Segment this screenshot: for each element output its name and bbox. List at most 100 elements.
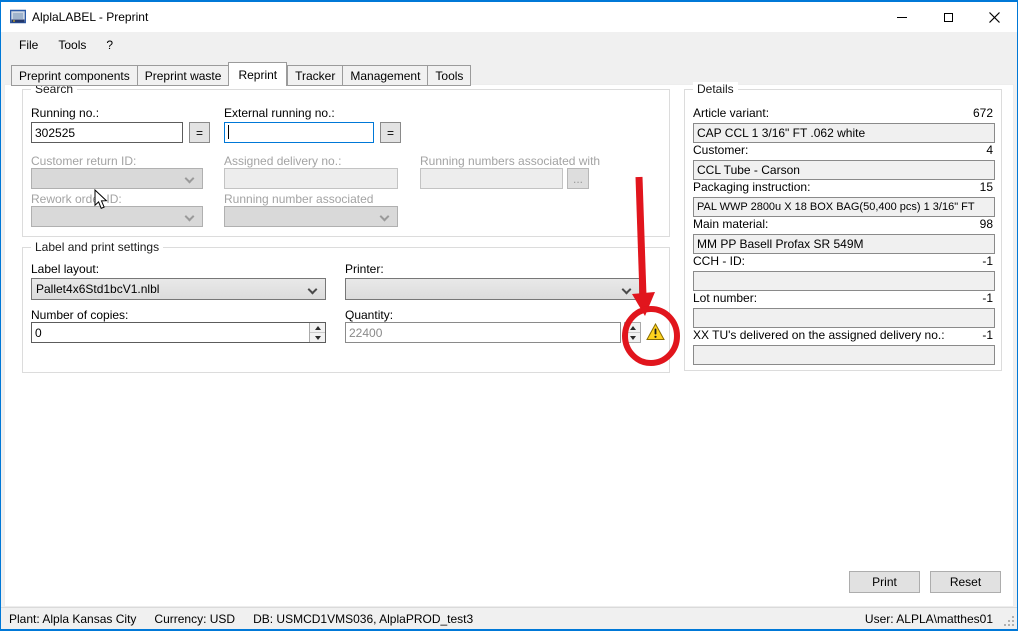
close-icon bbox=[989, 12, 1000, 23]
status-plant: Plant: Alpla Kansas City bbox=[9, 612, 136, 626]
browse-button: ... bbox=[567, 168, 589, 189]
label-print-settings-groupbox: Label and print settings Label layout: P… bbox=[22, 247, 670, 373]
cch-id-value bbox=[693, 271, 995, 291]
arrow-up-icon bbox=[315, 326, 321, 330]
menu-bar: File Tools ? bbox=[1, 32, 1017, 58]
customer-return-id-label: Customer return ID: bbox=[31, 154, 136, 168]
title-bar: AlplaLABEL - Preprint bbox=[1, 2, 1017, 32]
customer-label: Customer: bbox=[693, 143, 748, 157]
menu-help[interactable]: ? bbox=[96, 34, 123, 56]
external-running-no-label: External running no.: bbox=[224, 106, 335, 120]
main-material-count: 98 bbox=[980, 217, 993, 231]
number-of-copies-label: Number of copies: bbox=[31, 308, 128, 322]
arrow-down-icon bbox=[315, 336, 321, 340]
label-layout-value: Pallet4x6Std1bcV1.nlbl bbox=[36, 282, 159, 296]
search-groupbox: Search Running no.: = External running n… bbox=[22, 89, 670, 237]
status-user: User: ALPLA\matthes01 bbox=[865, 612, 993, 626]
running-numbers-associated-with-label: Running numbers associated with bbox=[420, 154, 600, 168]
status-bar: Plant: Alpla Kansas City Currency: USD D… bbox=[1, 607, 1017, 629]
tus-delivered-value bbox=[693, 345, 995, 365]
arrow-down-icon bbox=[630, 336, 636, 340]
article-variant-count: 672 bbox=[973, 106, 993, 120]
tab-strip: Preprint components Preprint waste Repri… bbox=[11, 62, 471, 86]
spin-down-button[interactable] bbox=[310, 333, 325, 342]
running-numbers-associated-with-input bbox=[420, 168, 563, 189]
label-print-settings-legend: Label and print settings bbox=[31, 240, 163, 254]
number-of-copies-spin-buttons[interactable] bbox=[309, 323, 325, 342]
printer-combobox[interactable] bbox=[345, 278, 640, 300]
chevron-down-icon bbox=[308, 285, 318, 295]
resize-grip[interactable] bbox=[1003, 615, 1015, 627]
cch-id-count: -1 bbox=[982, 254, 993, 268]
customer-count: 4 bbox=[986, 143, 993, 157]
quantity-label: Quantity: bbox=[345, 308, 393, 322]
text-caret bbox=[228, 125, 229, 139]
spin-down-button[interactable] bbox=[625, 333, 640, 342]
lot-number-label: Lot number: bbox=[693, 291, 757, 305]
menu-file[interactable]: File bbox=[9, 34, 48, 56]
rework-order-id-combobox bbox=[31, 206, 203, 227]
external-running-no-input[interactable] bbox=[224, 122, 374, 143]
minimize-button[interactable] bbox=[879, 2, 925, 32]
article-variant-value: CAP CCL 1 3/16" FT .062 white bbox=[693, 123, 995, 143]
reset-button[interactable]: Reset bbox=[930, 571, 1001, 593]
external-running-no-equals-button[interactable]: = bbox=[380, 122, 401, 143]
chevron-down-icon bbox=[380, 212, 390, 222]
status-db: DB: USMCD1VMS036, AlplaPROD_test3 bbox=[253, 612, 473, 626]
tab-tracker[interactable]: Tracker bbox=[287, 65, 343, 86]
lot-number-value bbox=[693, 308, 995, 328]
minimize-icon bbox=[897, 17, 907, 18]
tus-delivered-label: XX TU's delivered on the assigned delive… bbox=[693, 328, 945, 342]
print-button[interactable]: Print bbox=[849, 571, 920, 593]
maximize-icon bbox=[944, 13, 953, 22]
close-button[interactable] bbox=[971, 2, 1017, 32]
customer-return-id-combobox bbox=[31, 168, 203, 189]
warning-icon bbox=[646, 323, 665, 341]
status-currency: Currency: USD bbox=[154, 612, 235, 626]
chevron-down-icon bbox=[185, 174, 195, 184]
spin-up-button[interactable] bbox=[625, 323, 640, 333]
running-no-input[interactable] bbox=[31, 122, 183, 143]
app-icon bbox=[10, 9, 26, 25]
maximize-button[interactable] bbox=[925, 2, 971, 32]
packaging-instruction-value: PAL WWP 2800u X 18 BOX BAG(50,400 pcs) 1… bbox=[693, 197, 995, 217]
tab-preprint-components[interactable]: Preprint components bbox=[11, 65, 138, 86]
tab-reprint[interactable]: Reprint bbox=[228, 62, 287, 86]
running-no-label: Running no.: bbox=[31, 106, 99, 120]
running-number-associated-label: Running number associated bbox=[224, 192, 373, 206]
chevron-down-icon bbox=[185, 212, 195, 222]
packaging-instruction-label: Packaging instruction: bbox=[693, 180, 810, 194]
assigned-delivery-no-label: Assigned delivery no.: bbox=[224, 154, 341, 168]
quantity-input bbox=[345, 322, 621, 343]
window-title: AlplaLABEL - Preprint bbox=[32, 10, 148, 24]
label-layout-combobox[interactable]: Pallet4x6Std1bcV1.nlbl bbox=[31, 278, 326, 300]
details-groupbox: Details Article variant: 672 CAP CCL 1 3… bbox=[684, 89, 1002, 371]
main-material-value: MM PP Basell Profax SR 549M bbox=[693, 234, 995, 254]
arrow-up-icon bbox=[630, 326, 636, 330]
packaging-instruction-count: 15 bbox=[980, 180, 993, 194]
lot-number-count: -1 bbox=[982, 291, 993, 305]
customer-value: CCL Tube - Carson bbox=[693, 160, 995, 180]
article-variant-label: Article variant: bbox=[693, 106, 769, 120]
running-no-equals-button[interactable]: = bbox=[189, 122, 210, 143]
details-legend: Details bbox=[693, 82, 738, 96]
tab-tools[interactable]: Tools bbox=[428, 65, 471, 86]
running-number-associated-combobox bbox=[224, 206, 398, 227]
label-layout-label: Label layout: bbox=[31, 262, 99, 276]
main-material-label: Main material: bbox=[693, 217, 768, 231]
menu-tools[interactable]: Tools bbox=[48, 34, 96, 56]
app-window: AlplaLABEL - Preprint File Tools ? Prepr… bbox=[0, 0, 1018, 631]
reprint-tab-page: Search Running no.: = External running n… bbox=[4, 84, 1014, 607]
number-of-copies-stepper[interactable] bbox=[31, 322, 326, 343]
chevron-down-icon bbox=[622, 285, 632, 295]
rework-order-id-label: Rework order ID: bbox=[31, 192, 122, 206]
spin-up-button[interactable] bbox=[310, 323, 325, 333]
quantity-spin-buttons[interactable] bbox=[624, 322, 641, 343]
assigned-delivery-no-input bbox=[224, 168, 398, 189]
tab-preprint-waste[interactable]: Preprint waste bbox=[138, 65, 230, 86]
tab-management[interactable]: Management bbox=[343, 65, 428, 86]
tus-delivered-count: -1 bbox=[982, 328, 993, 342]
cch-id-label: CCH - ID: bbox=[693, 254, 745, 268]
printer-label: Printer: bbox=[345, 262, 384, 276]
number-of-copies-input[interactable] bbox=[32, 323, 308, 342]
